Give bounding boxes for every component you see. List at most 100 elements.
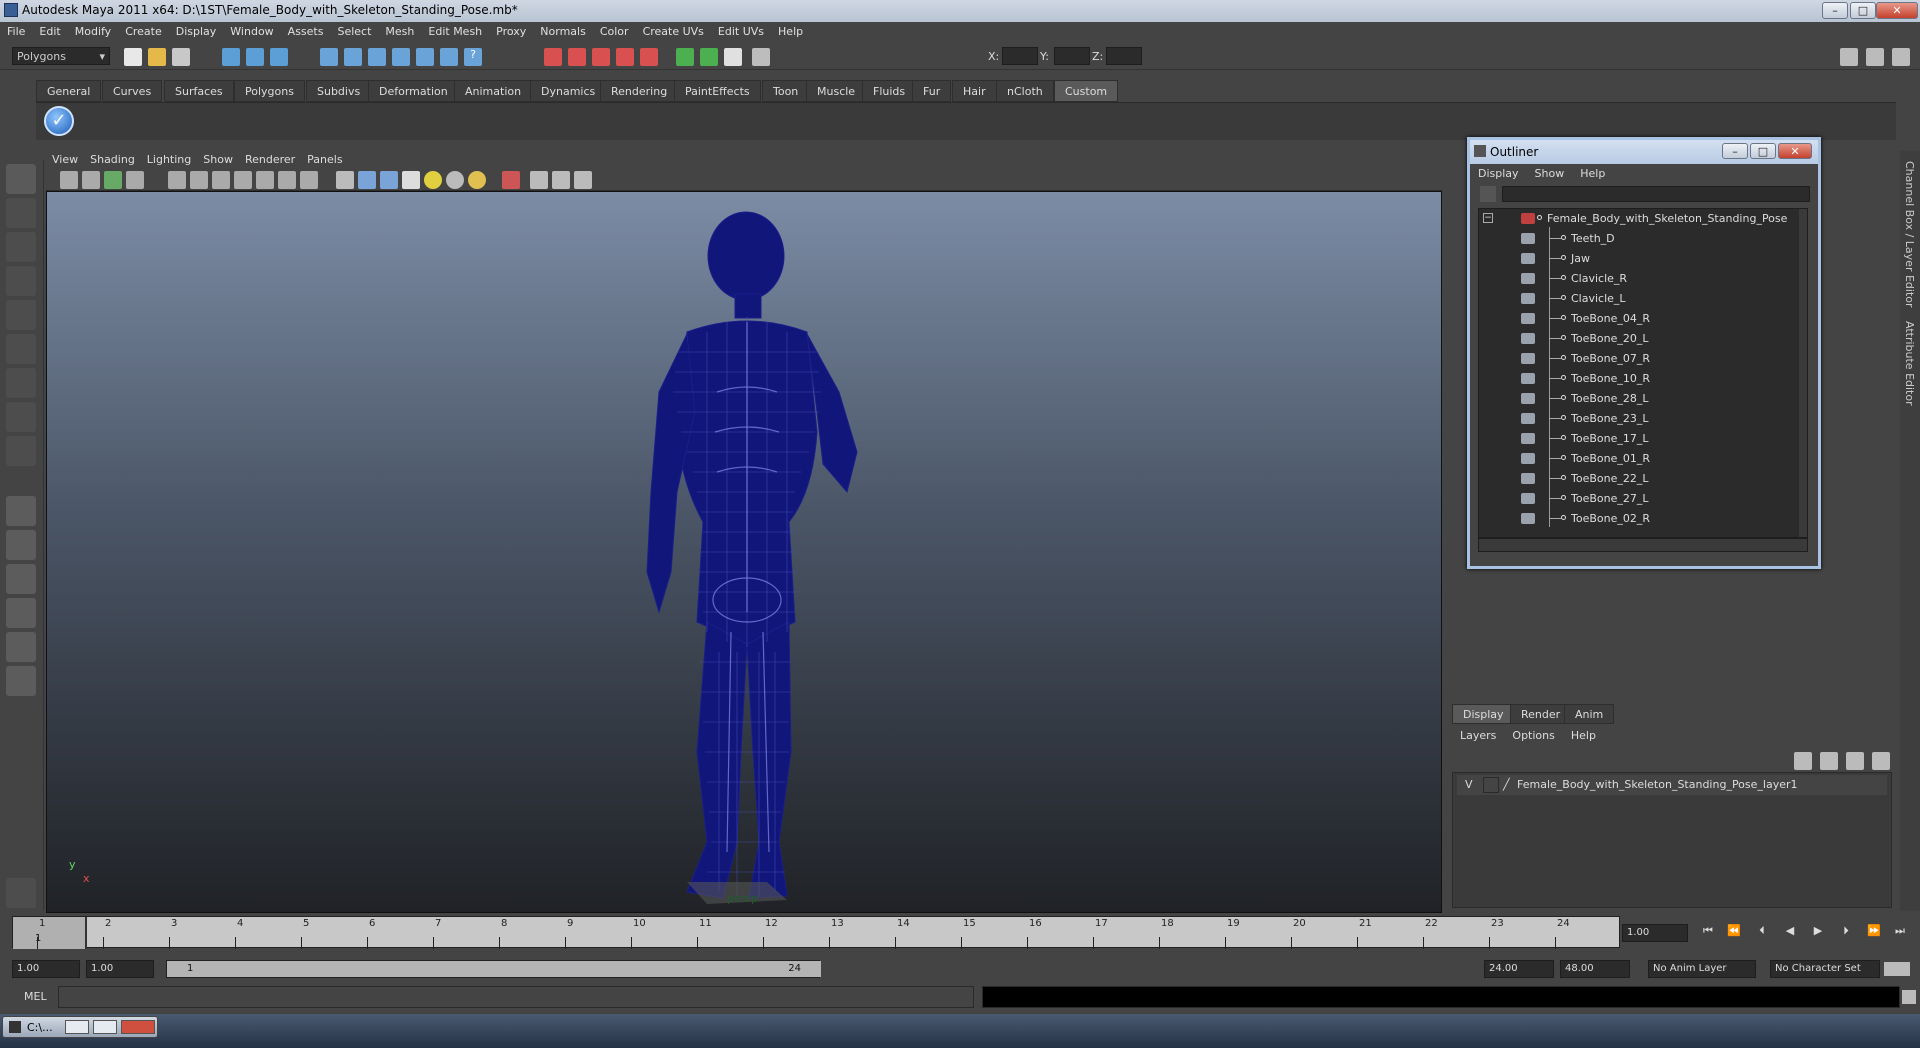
menu-proxy[interactable]: Proxy — [489, 22, 533, 38]
toggle-channel-icon[interactable] — [724, 48, 742, 66]
outliner-horizontal-scrollbar[interactable] — [1478, 538, 1808, 552]
outliner-item[interactable]: Jaw — [1479, 249, 1799, 269]
x-coord-field[interactable] — [1002, 47, 1038, 65]
select-object-icon[interactable] — [246, 48, 264, 66]
four-view-layout-icon[interactable] — [6, 530, 36, 560]
menu-color[interactable]: Color — [593, 22, 636, 38]
single-view-layout-icon[interactable] — [6, 496, 36, 526]
snap-point-icon[interactable] — [368, 48, 386, 66]
shelf-tab-polygons[interactable]: Polygons — [234, 80, 305, 102]
menu-help[interactable]: Help — [771, 22, 810, 38]
grid-icon[interactable] — [168, 171, 186, 189]
outliner-menu-show[interactable]: Show — [1527, 164, 1573, 180]
toggle-panel-icon[interactable] — [676, 48, 694, 66]
step-forward-key-button[interactable]: ⏩ — [1864, 924, 1884, 942]
outliner-menu-help[interactable]: Help — [1572, 164, 1613, 180]
outliner-maximize-button[interactable]: □ — [1750, 143, 1776, 159]
open-scene-icon[interactable] — [148, 48, 166, 66]
camera-attributes-icon[interactable] — [82, 171, 100, 189]
z-coord-field[interactable] — [1106, 47, 1142, 65]
shelf-tab-fluids[interactable]: Fluids — [862, 80, 917, 102]
anim-layer-dropdown[interactable]: No Anim Layer — [1648, 960, 1756, 978]
shelf-tab-fur[interactable]: Fur — [912, 80, 952, 102]
textured-icon[interactable] — [402, 171, 420, 189]
outliner-item[interactable]: ToeBone_27_L — [1479, 489, 1799, 509]
new-scene-icon[interactable] — [124, 48, 142, 66]
attribute-editor-tab[interactable]: Attribute Editor — [1903, 321, 1916, 406]
outliner-item[interactable]: ToeBone_22_L — [1479, 469, 1799, 489]
shelf-tab-rendering[interactable]: Rendering — [600, 80, 679, 102]
shelf-tab-animation[interactable]: Animation — [454, 80, 533, 102]
time-slider[interactable]: 1 1 2 3 4 5 6 7 8 9 10 11 12 13 14 15 16 17 18 19 20 21 22 23 2… — [12, 916, 1620, 949]
isolate-select-icon[interactable] — [530, 171, 548, 189]
channel-box-tab[interactable]: Channel Box / Layer Editor — [1903, 161, 1916, 308]
manipulator-tool-icon[interactable] — [6, 368, 36, 398]
collapse-icon[interactable]: − — [1483, 213, 1493, 223]
auto-key-icon[interactable] — [1884, 962, 1910, 976]
command-input[interactable] — [58, 986, 974, 1008]
outliner-item[interactable]: ToeBone_07_R — [1479, 349, 1799, 369]
layer-tab-render[interactable]: Render — [1510, 704, 1572, 724]
menu-create-uvs[interactable]: Create UVs — [636, 22, 711, 38]
menu-select[interactable]: Select — [330, 22, 378, 38]
default-lighting-icon[interactable] — [424, 171, 442, 189]
menu-mesh[interactable]: Mesh — [378, 22, 421, 38]
outliner-item[interactable]: ToeBone_23_L — [1479, 409, 1799, 429]
step-back-frame-button[interactable]: ⏴ — [1752, 924, 1772, 942]
script-editor-icon[interactable] — [1902, 990, 1916, 1004]
outliner-root-row[interactable]: − Female_Body_with_Skeleton_Standing_Pos… — [1479, 209, 1799, 229]
shelf-tab-muscle[interactable]: Muscle — [806, 80, 867, 102]
snap-grid-icon[interactable] — [320, 48, 338, 66]
menu-assets[interactable]: Assets — [281, 22, 331, 38]
outliner-minimize-button[interactable]: – — [1722, 143, 1748, 159]
outliner-item[interactable]: ToeBone_10_R — [1479, 369, 1799, 389]
select-hierarchy-icon[interactable] — [222, 48, 240, 66]
scale-tool-icon[interactable] — [6, 334, 36, 364]
menu-file[interactable]: File — [0, 22, 32, 38]
shelf-tab-toon[interactable]: Toon — [762, 80, 810, 102]
snap-plane-icon[interactable] — [392, 48, 410, 66]
layer-down-icon[interactable] — [1872, 752, 1890, 770]
render-icon[interactable] — [568, 48, 586, 66]
construction-history-icon[interactable] — [544, 48, 562, 66]
quick-layout-icon[interactable] — [6, 878, 36, 908]
select-component-icon[interactable] — [270, 48, 288, 66]
menu-modify[interactable]: Modify — [68, 22, 118, 38]
layer-color-swatch[interactable]: ╱ — [1503, 778, 1510, 791]
wireframe-on-shaded-icon[interactable] — [380, 171, 398, 189]
outliner-item[interactable]: Clavicle_R — [1479, 269, 1799, 289]
go-to-start-button[interactable]: ⏮ — [1698, 924, 1718, 942]
panel-layout-icon[interactable] — [1840, 48, 1858, 66]
outliner-close-button[interactable]: ✕ — [1778, 143, 1812, 159]
all-lights-icon[interactable] — [468, 171, 486, 189]
play-backward-button[interactable]: ◀ — [1780, 924, 1800, 942]
current-frame-marker[interactable]: 1 — [13, 917, 87, 949]
rotate-tool-icon[interactable] — [6, 300, 36, 330]
shelf-tab-surfaces[interactable]: Surfaces — [164, 80, 234, 102]
snap-curve-icon[interactable] — [344, 48, 362, 66]
shelf-tab-painteffects[interactable]: PaintEffects — [674, 80, 761, 102]
outliner-filter-input[interactable] — [1502, 186, 1810, 202]
render-settings-icon[interactable] — [616, 48, 634, 66]
shelf-tab-general[interactable]: General — [36, 80, 102, 102]
go-to-end-button[interactable]: ⏭ — [1890, 924, 1910, 942]
lasso-tool-icon[interactable] — [6, 198, 36, 228]
close-button[interactable]: ✕ — [1876, 2, 1918, 19]
custom-layout-icon[interactable] — [6, 666, 36, 696]
film-gate-icon[interactable] — [190, 171, 208, 189]
shelf-tab-curves[interactable]: Curves — [102, 80, 163, 102]
wireframe-icon[interactable] — [336, 171, 354, 189]
step-back-key-button[interactable]: ⏪ — [1724, 924, 1744, 942]
y-coord-field[interactable] — [1054, 47, 1090, 65]
layer-menu-layers[interactable]: Layers — [1452, 726, 1504, 742]
menu-window[interactable]: Window — [223, 22, 280, 38]
outliner-item[interactable]: ToeBone_28_L — [1479, 389, 1799, 409]
resolution-gate-icon[interactable] — [212, 171, 230, 189]
layer-visibility-toggle[interactable]: V — [1465, 778, 1473, 791]
shadows-icon[interactable] — [446, 171, 464, 189]
viewport-menu-show[interactable]: Show — [197, 151, 239, 166]
range-slider[interactable]: 1 24 — [166, 960, 821, 978]
outliner-item[interactable]: ToeBone_04_R — [1479, 309, 1799, 329]
shelf-tab-ncloth[interactable]: nCloth — [996, 80, 1054, 102]
play-forward-button[interactable]: ▶ — [1808, 924, 1828, 942]
